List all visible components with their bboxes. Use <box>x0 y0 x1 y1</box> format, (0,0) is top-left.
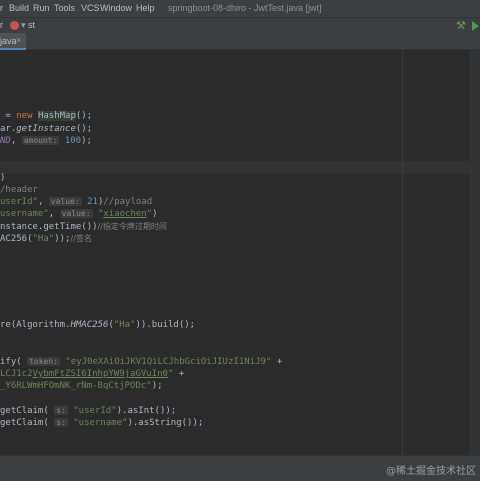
tab-label: java <box>0 36 17 46</box>
build-hammer-icon[interactable]: ⚒ <box>456 19 466 32</box>
window-title: springboot-08-dhiro - JwtTest.java [jwt] <box>168 3 322 13</box>
code-line: nstance.getTime())//指定令牌过期时间 <box>0 222 167 232</box>
right-margin-guide <box>402 50 403 455</box>
parameter-hint: s: <box>54 418 68 427</box>
code-line: re(Algorithm.HMAC256("Ha")).build(); <box>0 320 196 330</box>
parameter-hint: value: <box>59 209 93 218</box>
code-line: userId", value: 21)//payload <box>0 197 153 207</box>
toolbar: r ▾ st ⚒ <box>0 17 480 34</box>
run-config-icon[interactable] <box>10 21 19 30</box>
watermark: @稀土掘金技术社区 <box>386 466 476 477</box>
menu-item-build[interactable]: Build <box>9 3 29 13</box>
code-line: _Y6RLWmHFOmNK_rNm-BqCtjPODc"); <box>0 381 163 391</box>
menu-item-window[interactable]: Window <box>100 3 132 13</box>
editor-tab-bar: java × <box>0 33 480 50</box>
parameter-hint: s: <box>54 406 68 415</box>
toolbar-fragment: r <box>0 20 3 30</box>
code-line: getClaim( s: "userId").asInt()); <box>0 406 177 416</box>
code-line: username", value: "xiaochen") <box>0 209 158 219</box>
menu-item-help[interactable]: Help <box>136 3 155 13</box>
code-line: ar.getInstance(); <box>0 124 93 134</box>
parameter-hint: amount: <box>21 136 60 145</box>
tab-jwttest[interactable]: java × <box>0 33 26 50</box>
run-icon[interactable] <box>472 21 479 31</box>
code-line: ify( token: "eyJ0eXAiOiJKV1QiLCJhbGciOiJ… <box>0 357 283 367</box>
code-line: /header <box>0 185 38 195</box>
code-line: = new HashMap(); <box>0 111 93 121</box>
close-icon[interactable]: × <box>16 35 21 45</box>
code-line: AC256("Ha"));//签名 <box>0 234 92 244</box>
parameter-hint: value: <box>48 197 82 206</box>
code-line: getClaim( s: "username").asString()); <box>0 418 204 428</box>
code-line: LCJ1c2VybmFtZSI6InhpYW9jaGVuIn0" + <box>0 369 185 379</box>
menu-item-vcs[interactable]: VCS <box>81 3 100 13</box>
menu-item-tools[interactable]: Tools <box>54 3 75 13</box>
menu-item-run[interactable]: Run <box>33 3 50 13</box>
code-line: ) <box>0 173 6 183</box>
code-line: ND, amount: 100); <box>0 136 92 146</box>
menu-item-truncated[interactable]: r <box>0 3 3 13</box>
menu-bar: r Build Run Tools VCS Window Help spring… <box>0 0 480 17</box>
chevron-down-icon[interactable]: ▾ <box>21 20 26 31</box>
parameter-hint: token: <box>27 357 60 366</box>
current-line-highlight <box>0 161 470 174</box>
scrollbar[interactable] <box>470 50 480 455</box>
run-config-label[interactable]: st <box>28 20 35 30</box>
